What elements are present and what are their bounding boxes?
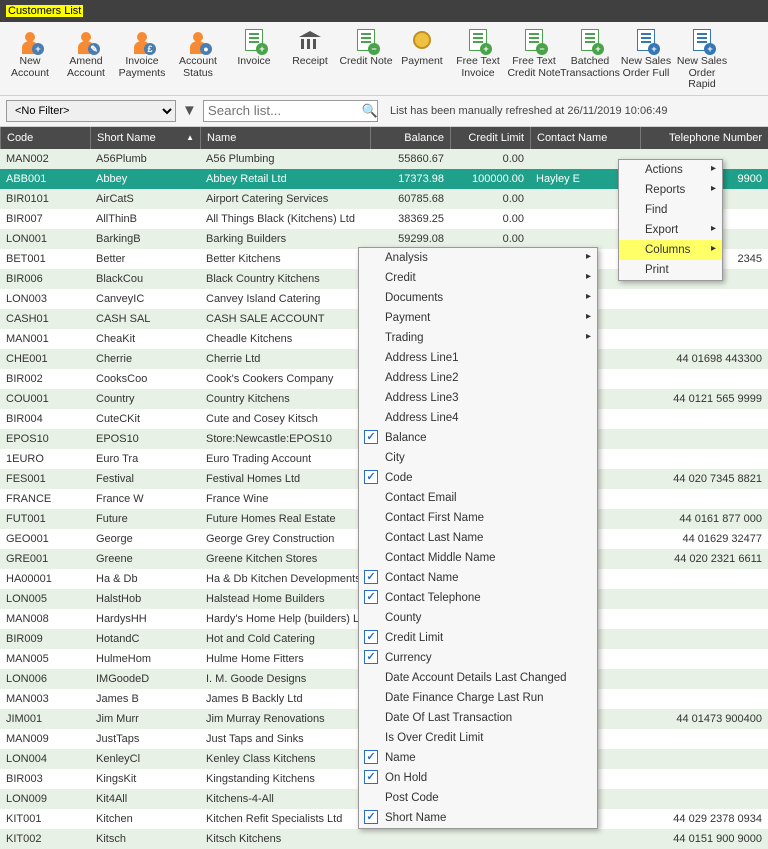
column-toggle-is-over-credit-limit[interactable]: Is Over Credit Limit — [359, 728, 597, 748]
column-toggle-post-code[interactable]: Post Code — [359, 788, 597, 808]
column-toggle-contact-telephone[interactable]: Contact Telephone — [359, 588, 597, 608]
window-title: Customers List — [6, 5, 83, 17]
column-toggle-contact-last-name[interactable]: Contact Last Name — [359, 528, 597, 548]
col-contact-name[interactable]: Contact Name — [530, 127, 640, 149]
doc-plus-green-icon: + — [241, 28, 267, 54]
menu-find[interactable]: Find — [619, 200, 722, 220]
data-grid: MAN002A56PlumbA56 Plumbing55860.670.00AB… — [0, 149, 768, 849]
column-toggle-short-name[interactable]: Short Name — [359, 808, 597, 828]
column-toggle-balance[interactable]: Balance — [359, 428, 597, 448]
status-text: List has been manually refreshed at 26/1… — [390, 105, 667, 117]
person-edit-icon: ✎ — [73, 28, 99, 54]
coin-icon — [409, 28, 435, 54]
submenu-trading[interactable]: Trading — [359, 328, 597, 348]
column-toggle-address-line2[interactable]: Address Line2 — [359, 368, 597, 388]
funnel-icon[interactable]: ▼ — [182, 102, 197, 119]
col-telephone[interactable]: Telephone Number — [640, 127, 768, 149]
context-menu-main: ActionsReportsFindExportColumnsPrint — [618, 159, 723, 281]
column-toggle-address-line3[interactable]: Address Line3 — [359, 388, 597, 408]
menu-print[interactable]: Print — [619, 260, 722, 280]
search-icon[interactable]: 🔍 — [362, 103, 378, 119]
column-toggle-contact-first-name[interactable]: Contact First Name — [359, 508, 597, 528]
bank-icon — [297, 28, 323, 54]
toolbar-batched-transactions[interactable]: +Batched Transactions — [562, 26, 618, 93]
filter-combo[interactable]: <No Filter> — [6, 100, 176, 122]
column-toggle-on-hold[interactable]: On Hold — [359, 768, 597, 788]
column-toggle-county[interactable]: County — [359, 608, 597, 628]
column-toggle-address-line1[interactable]: Address Line1 — [359, 348, 597, 368]
toolbar-payment[interactable]: Payment — [394, 26, 450, 93]
column-toggle-contact-middle-name[interactable]: Contact Middle Name — [359, 548, 597, 568]
column-toggle-name[interactable]: Name — [359, 748, 597, 768]
column-toggle-date-of-last-transaction[interactable]: Date Of Last Transaction — [359, 708, 597, 728]
toolbar-amend-account[interactable]: ✎Amend Account — [58, 26, 114, 93]
main-toolbar: +New Account✎Amend Account£Invoice Payme… — [0, 22, 768, 96]
menu-export[interactable]: Export — [619, 220, 722, 240]
toolbar-new-account[interactable]: +New Account — [2, 26, 58, 93]
menu-actions[interactable]: Actions — [619, 160, 722, 180]
toolbar-receipt[interactable]: Receipt — [282, 26, 338, 93]
toolbar-invoice-payments[interactable]: £Invoice Payments — [114, 26, 170, 93]
search-input[interactable] — [203, 100, 378, 122]
person-coin-icon: £ — [129, 28, 155, 54]
toolbar-account-status[interactable]: ●Account Status — [170, 26, 226, 93]
context-menu-columns: AnalysisCreditDocumentsPaymentTradingAdd… — [358, 247, 598, 829]
toolbar-new-sales-order-full[interactable]: +New Sales Order Full — [618, 26, 674, 93]
doc-blue-icon: + — [689, 28, 715, 54]
column-toggle-credit-limit[interactable]: Credit Limit — [359, 628, 597, 648]
person-plus-icon: + — [17, 28, 43, 54]
toolbar-free-text-credit-note[interactable]: −Free Text Credit Note — [506, 26, 562, 93]
doc-blue-icon: + — [633, 28, 659, 54]
search-box[interactable] — [203, 100, 378, 122]
person-status-icon: ● — [185, 28, 211, 54]
col-balance[interactable]: Balance — [370, 127, 450, 149]
column-toggle-contact-email[interactable]: Contact Email — [359, 488, 597, 508]
column-toggle-date-account-details-last-changed[interactable]: Date Account Details Last Changed — [359, 668, 597, 688]
col-short-name[interactable]: Short Name▲ — [90, 127, 200, 149]
doc-minus-green-icon: − — [353, 28, 379, 54]
toolbar-invoice[interactable]: +Invoice — [226, 26, 282, 93]
toolbar-new-sales-order-rapid[interactable]: +New Sales Order Rapid — [674, 26, 730, 93]
doc-plus-green-icon: + — [465, 28, 491, 54]
column-toggle-city[interactable]: City — [359, 448, 597, 468]
column-toggle-code[interactable]: Code — [359, 468, 597, 488]
column-toggle-contact-name[interactable]: Contact Name — [359, 568, 597, 588]
menu-reports[interactable]: Reports — [619, 180, 722, 200]
doc-green-icon: + — [577, 28, 603, 54]
submenu-payment[interactable]: Payment — [359, 308, 597, 328]
doc-minus-green-icon: − — [521, 28, 547, 54]
col-code[interactable]: Code — [0, 127, 90, 149]
menu-columns[interactable]: Columns — [619, 240, 722, 260]
col-name[interactable]: Name — [200, 127, 370, 149]
submenu-analysis[interactable]: Analysis — [359, 248, 597, 268]
grid-header: Code Short Name▲ Name Balance Credit Lim… — [0, 127, 768, 149]
filter-bar: <No Filter> ▼ 🔍 List has been manually r… — [0, 96, 768, 127]
column-toggle-address-line4[interactable]: Address Line4 — [359, 408, 597, 428]
sort-asc-icon: ▲ — [186, 133, 194, 142]
submenu-documents[interactable]: Documents — [359, 288, 597, 308]
toolbar-credit-note[interactable]: −Credit Note — [338, 26, 394, 93]
col-credit-limit[interactable]: Credit Limit — [450, 127, 530, 149]
window-titlebar: Customers List — [0, 0, 768, 22]
column-toggle-currency[interactable]: Currency — [359, 648, 597, 668]
toolbar-free-text-invoice[interactable]: +Free Text Invoice — [450, 26, 506, 93]
submenu-credit[interactable]: Credit — [359, 268, 597, 288]
column-toggle-date-finance-charge-last-run[interactable]: Date Finance Charge Last Run — [359, 688, 597, 708]
